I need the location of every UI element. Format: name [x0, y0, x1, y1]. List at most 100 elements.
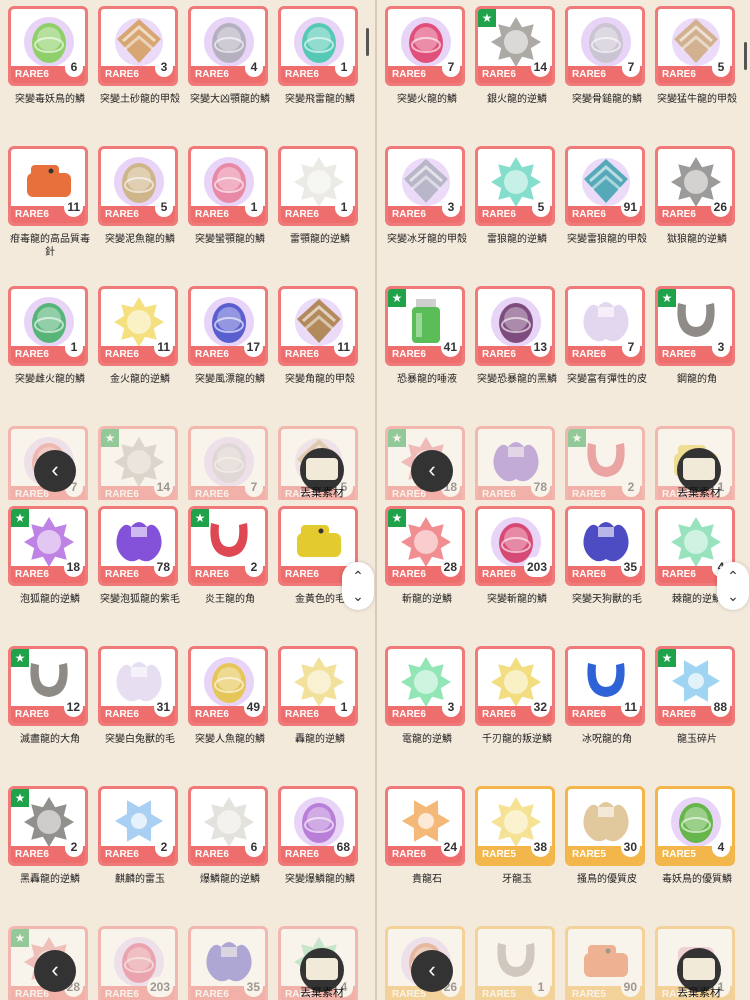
material-item[interactable]: RARE6 68 突變爆鱗龍的鱗: [278, 786, 366, 886]
material-card[interactable]: RARE6 68: [278, 786, 358, 866]
scrollbar-thumb[interactable]: [744, 42, 747, 70]
material-item[interactable]: RARE6 1 轟龍的逆鱗: [278, 646, 366, 746]
material-item[interactable]: RARE6 24 貴龍石: [385, 786, 473, 886]
material-card[interactable]: RARE6 3: [385, 646, 465, 726]
material-card[interactable]: RARE6 17: [188, 286, 268, 366]
material-item[interactable]: RARE6 6 爆鱗龍的逆鱗: [188, 786, 276, 886]
material-item[interactable]: RARE6 1 雷顎龍的逆鱗: [278, 146, 366, 246]
material-card[interactable]: RARE6 2: [98, 786, 178, 866]
material-card[interactable]: ★ RARE6 12: [8, 646, 88, 726]
material-card[interactable]: ★ RARE6 14: [98, 426, 178, 500]
material-item[interactable]: RARE6 7: [188, 426, 276, 500]
material-card[interactable]: RARE6 35: [188, 926, 268, 1000]
material-card[interactable]: RARE6 91: [565, 146, 645, 226]
material-item[interactable]: RARE6 49 突變人魚龍的鱗: [188, 646, 276, 746]
material-item[interactable]: RARE6 11 冰呪龍的角: [565, 646, 653, 746]
back-button[interactable]: ‹: [411, 950, 453, 992]
material-item[interactable]: RARE6 3 突變土砂龍的甲殼: [98, 6, 186, 106]
material-card[interactable]: RARE6 203: [98, 926, 178, 1000]
material-item[interactable]: RARE6 1 突變飛雷龍的鱗: [278, 6, 366, 106]
material-item[interactable]: RARE6 11 疳毒龍的高品質毒針: [8, 146, 96, 259]
material-card[interactable]: RARE6 11: [8, 146, 88, 226]
material-item[interactable]: RARE6 35: [188, 926, 276, 1000]
material-item[interactable]: RARE5 90: [565, 926, 653, 1000]
material-card[interactable]: RARE6 7: [385, 6, 465, 86]
material-item[interactable]: RARE6 5 突變猛牛龍的甲殼: [655, 6, 743, 106]
material-card[interactable]: RARE6 6: [188, 786, 268, 866]
material-card[interactable]: RARE6 78: [98, 506, 178, 586]
material-item[interactable]: ★ RARE6 88 龍玉碎片: [655, 646, 743, 746]
material-item[interactable]: RARE6 4 突變大凶顎龍的鱗: [188, 6, 276, 106]
material-item[interactable]: RARE6 6 突變毒妖鳥的鱗: [8, 6, 96, 106]
back-button[interactable]: ‹: [34, 950, 76, 992]
material-item[interactable]: RARE6 7 突變骨鎚龍的鱗: [565, 6, 653, 106]
material-item[interactable]: RARE6 13 突變恐暴龍的黑鱗: [475, 286, 563, 386]
material-item[interactable]: RARE6 203: [98, 926, 186, 1000]
material-card[interactable]: ★ RARE6 2: [8, 786, 88, 866]
material-item[interactable]: ★ RARE6 14 銀火龍的逆鱗: [475, 6, 563, 106]
material-card[interactable]: RARE5 4: [655, 786, 735, 866]
material-item[interactable]: RARE6 78: [475, 426, 563, 500]
material-item[interactable]: RARE6 1 突變蠻顎龍的鱗: [188, 146, 276, 246]
material-card[interactable]: RARE6 24: [385, 786, 465, 866]
material-item[interactable]: RARE6 3 突變冰牙龍的甲殼: [385, 146, 473, 246]
material-card[interactable]: RARE6 5: [98, 146, 178, 226]
material-card[interactable]: RARE6 78: [475, 426, 555, 500]
material-card[interactable]: ★ RARE6 88: [655, 646, 735, 726]
material-card[interactable]: RARE6 7: [565, 286, 645, 366]
material-item[interactable]: RARE6 26 獄狼龍的逆鱗: [655, 146, 743, 246]
back-button[interactable]: ‹: [34, 450, 76, 492]
material-item[interactable]: RARE5 1: [475, 926, 563, 1000]
material-card[interactable]: ★ RARE6 14: [475, 6, 555, 86]
material-item[interactable]: ★ RARE6 2 炎王龍的角: [188, 506, 276, 606]
material-card[interactable]: ★ RARE6 3: [655, 286, 735, 366]
material-item[interactable]: RARE6 5 突變泥魚龍的鱗: [98, 146, 186, 246]
material-item[interactable]: RARE5 38 牙龍玉: [475, 786, 563, 886]
material-item[interactable]: RARE6 1 突變雌火龍的鱗: [8, 286, 96, 386]
material-card[interactable]: RARE6 5: [475, 146, 555, 226]
back-button[interactable]: ‹: [411, 450, 453, 492]
material-item[interactable]: ★ RARE6 12 滅盡龍的大角: [8, 646, 96, 746]
material-item[interactable]: ★ RARE6 41 恐暴龍的唾液: [385, 286, 473, 386]
material-card[interactable]: RARE6 7: [188, 426, 268, 500]
material-item[interactable]: RARE6 78 突變泡狐龍的紫毛: [98, 506, 186, 606]
material-card[interactable]: RARE5 90: [565, 926, 645, 1000]
material-card[interactable]: RARE6 1: [188, 146, 268, 226]
material-item[interactable]: RARE6 35 突變天狗獸的毛: [565, 506, 653, 606]
material-item[interactable]: RARE6 7 突變火龍的鱗: [385, 6, 473, 106]
material-card[interactable]: RARE6 1: [278, 6, 358, 86]
material-card[interactable]: RARE5 30: [565, 786, 645, 866]
material-item[interactable]: ★ RARE6 3 鋼龍的角: [655, 286, 743, 386]
material-card[interactable]: RARE6 11: [98, 286, 178, 366]
material-item[interactable]: RARE6 3 電龍的逆鱗: [385, 646, 473, 746]
material-card[interactable]: RARE6 26: [655, 146, 735, 226]
material-item[interactable]: RARE6 11 金火龍的逆鱗: [98, 286, 186, 386]
material-card[interactable]: ★ RARE6 28: [385, 506, 465, 586]
material-card[interactable]: RARE6 5: [655, 6, 735, 86]
material-card[interactable]: RARE6 31: [98, 646, 178, 726]
material-card[interactable]: RARE6 3: [98, 6, 178, 86]
scroll-up-down-button[interactable]: ⌃ ⌄: [717, 562, 749, 610]
material-card[interactable]: RARE6 6: [8, 6, 88, 86]
material-item[interactable]: ★ RARE6 28 斬龍的逆鱗: [385, 506, 473, 606]
material-item[interactable]: RARE6 5 雷狼龍的逆鱗: [475, 146, 563, 246]
material-card[interactable]: ★ RARE6 18: [8, 506, 88, 586]
material-card[interactable]: RARE6 3: [385, 146, 465, 226]
material-card[interactable]: RARE6 11: [565, 646, 645, 726]
material-item[interactable]: RARE5 4 毒妖鳥的優質鱗: [655, 786, 743, 886]
material-card[interactable]: RARE6 11: [278, 286, 358, 366]
material-card[interactable]: RARE5 38: [475, 786, 555, 866]
scrollbar-thumb[interactable]: [366, 28, 369, 56]
material-item[interactable]: RARE6 32 千刃龍的叛逆鱗: [475, 646, 563, 746]
material-item[interactable]: ★ RARE6 2 黑轟龍的逆鱗: [8, 786, 96, 886]
material-card[interactable]: RARE5 1: [475, 926, 555, 1000]
material-item[interactable]: ★ RARE6 18 泡狐龍的逆鱗: [8, 506, 96, 606]
material-card[interactable]: RARE6 13: [475, 286, 555, 366]
material-item[interactable]: RARE6 17 突變風漂龍的鱗: [188, 286, 276, 386]
material-item[interactable]: RARE6 11 突變角龍的甲殼: [278, 286, 366, 386]
material-item[interactable]: RARE6 203 突變斬龍的鱗: [475, 506, 563, 606]
material-item[interactable]: RARE5 30 搔鳥的優質皮: [565, 786, 653, 886]
material-card[interactable]: RARE6 1: [278, 646, 358, 726]
material-card[interactable]: RARE6 1: [278, 146, 358, 226]
scroll-up-down-button[interactable]: ⌃ ⌄: [342, 562, 374, 610]
